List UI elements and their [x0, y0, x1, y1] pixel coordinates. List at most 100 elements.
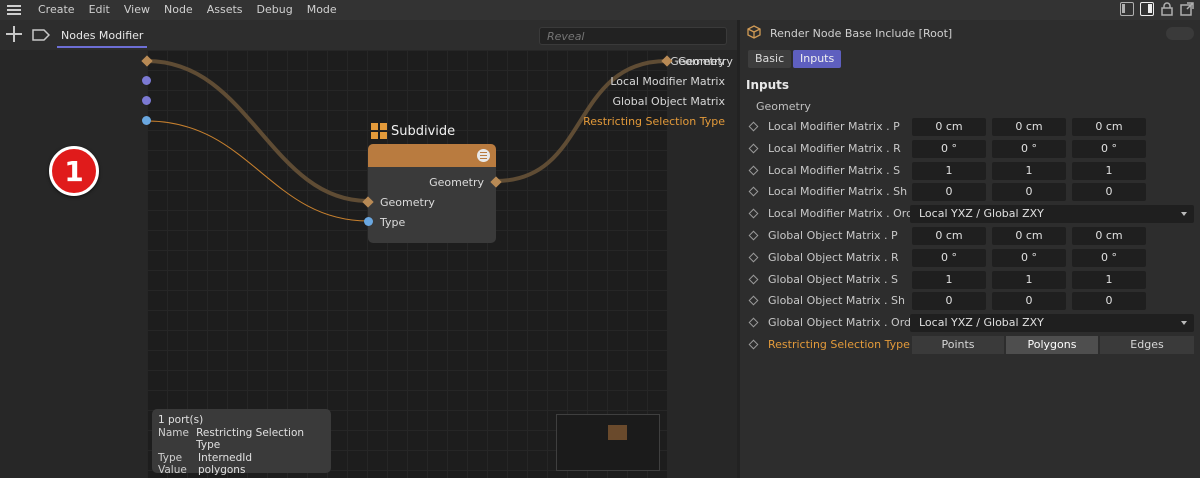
parameter-row: Global Object Matrix . P 0 cm 0 cm 0 cm: [740, 227, 1200, 245]
value-field[interactable]: 0 °: [1072, 139, 1146, 158]
attribute-toggle[interactable]: [1166, 27, 1194, 40]
parameter-row: Restricting Selection Type Points Polygons…: [740, 336, 1200, 354]
parameter-row: Local Modifier Matrix . R 0 ° 0 ° 0 °: [740, 139, 1200, 158]
new-window-icon[interactable]: [1180, 2, 1194, 16]
menu-create[interactable]: Create: [31, 0, 82, 20]
menu-edit[interactable]: Edit: [82, 0, 117, 20]
node-title[interactable]: Subdivide: [391, 124, 455, 139]
value-field[interactable]: 0 °: [992, 139, 1066, 158]
segment-polygons[interactable]: Polygons: [1006, 336, 1098, 354]
parameter-row: Local Modifier Matrix . P 0 cm 0 cm 0 cm: [740, 118, 1200, 136]
dropdown-value: Local YXZ / Global ZXY: [919, 207, 1044, 221]
value-field[interactable]: 1: [1072, 270, 1146, 289]
keyframe-diamond-icon[interactable]: [748, 165, 759, 176]
tooltip-key-name: Name: [158, 426, 189, 439]
value-field[interactable]: 0 °: [992, 248, 1066, 267]
attribute-title: Render Node Base Include [Root]: [770, 27, 953, 40]
keyframe-diamond-icon[interactable]: [748, 252, 759, 263]
keyframe-diamond-icon[interactable]: [748, 295, 759, 306]
parameter-label: Restricting Selection Type: [768, 338, 910, 351]
keyframe-diamond-icon[interactable]: [748, 274, 759, 285]
output-geometry-label: Geometry: [678, 55, 733, 68]
keyframe-diamond-icon[interactable]: [748, 143, 759, 154]
attribute-header: Render Node Base Include [Root]: [740, 20, 1200, 45]
value-field[interactable]: 0 cm: [1072, 227, 1146, 245]
value-field[interactable]: 0 cm: [1072, 118, 1146, 136]
value-field[interactable]: 0 cm: [992, 118, 1066, 136]
menu-node[interactable]: Node: [157, 0, 200, 20]
order-dropdown[interactable]: Local YXZ / Global ZXY: [910, 205, 1194, 224]
value-field[interactable]: 0: [1072, 292, 1146, 311]
attribute-manager: Render Node Base Include [Root] Basic In…: [740, 20, 1200, 478]
node-menu-icon[interactable]: [477, 149, 490, 162]
tab-inputs[interactable]: Inputs: [793, 50, 842, 68]
value-field[interactable]: 1: [912, 161, 986, 180]
keyframe-diamond-icon[interactable]: [748, 339, 759, 350]
value-field[interactable]: 1: [912, 270, 986, 289]
value-field[interactable]: 0 cm: [912, 227, 986, 245]
hamburger-menu-icon[interactable]: [7, 5, 21, 15]
segment-points[interactable]: Points: [912, 336, 1004, 354]
section-heading: Inputs: [746, 78, 790, 92]
value-field[interactable]: 0: [912, 292, 986, 311]
value-field[interactable]: 1: [1072, 161, 1146, 180]
left-panel-icon[interactable]: [1120, 2, 1134, 16]
menu-view[interactable]: View: [117, 0, 157, 20]
tooltip-key-value: Value: [158, 464, 187, 476]
chevron-down-icon: [1181, 212, 1187, 217]
menu-mode[interactable]: Mode: [300, 0, 344, 20]
parameter-row: Global Object Matrix . Sh 0 0 0: [740, 292, 1200, 311]
parameter-label: Global Object Matrix . Order: [768, 316, 923, 330]
order-dropdown[interactable]: Local YXZ / Global ZXY: [910, 314, 1194, 333]
value-field[interactable]: 0: [1072, 183, 1146, 202]
node-canvas[interactable]: Geometry Local Modifier Matrix Global Ob…: [0, 50, 737, 478]
parameter-label: Global Object Matrix . R: [768, 250, 899, 264]
port-local-modifier-matrix-dot[interactable]: [142, 76, 151, 85]
value-field[interactable]: 1: [992, 270, 1066, 289]
reveal-search-input[interactable]: [539, 27, 727, 45]
keyframe-diamond-icon[interactable]: [748, 121, 759, 132]
wire-geometry-in: [146, 59, 369, 203]
keyframe-diamond-icon[interactable]: [748, 317, 759, 328]
lock-icon[interactable]: [1160, 2, 1174, 16]
subdivide-node[interactable]: Geometry Geometry Type: [362, 144, 502, 243]
port-label-restricting-selection-type[interactable]: Restricting Selection Type: [583, 115, 725, 128]
wire-selection-type: [146, 120, 369, 222]
value-field[interactable]: 0: [992, 292, 1066, 311]
node-header[interactable]: [368, 144, 496, 167]
node-input-type-port[interactable]: [364, 217, 373, 226]
port-global-object-matrix-dot[interactable]: [142, 96, 151, 105]
value-field[interactable]: 0 cm: [912, 118, 986, 136]
parameter-row: Local Modifier Matrix . S111: [740, 161, 1200, 180]
keyframe-diamond-icon[interactable]: [748, 230, 759, 241]
menu-bar: Create Edit View Node Assets Debug Mode: [0, 0, 1200, 20]
minimap-node: [608, 425, 627, 440]
tooltip-header: 1 port(s): [158, 414, 204, 426]
right-panel-icon[interactable]: [1140, 2, 1154, 16]
subsection-geometry: Geometry: [756, 100, 811, 113]
menu-assets[interactable]: Assets: [200, 0, 250, 20]
value-field[interactable]: 1: [992, 161, 1066, 180]
tooltip-value-value: polygons: [198, 464, 246, 476]
value-field[interactable]: 0: [992, 183, 1066, 202]
render-node-icon: [747, 25, 761, 39]
minimap[interactable]: [556, 414, 660, 471]
segment-edges[interactable]: Edges: [1100, 336, 1194, 354]
keyframe-diamond-icon[interactable]: [748, 186, 759, 197]
value-field[interactable]: 0 °: [1072, 248, 1146, 267]
parameter-label: Local Modifier Matrix . Order: [768, 207, 925, 221]
value-field[interactable]: 0 cm: [992, 227, 1066, 245]
keyframe-diamond-icon[interactable]: [748, 208, 759, 219]
value-field[interactable]: 0 °: [912, 139, 986, 158]
add-icon[interactable]: [6, 26, 22, 42]
value-field[interactable]: 0: [912, 183, 986, 202]
tab-nodes-modifier[interactable]: Nodes Modifier: [57, 29, 148, 48]
value-field[interactable]: 0 °: [912, 248, 986, 267]
tag-icon[interactable]: [32, 29, 51, 44]
node-editor-toolbar: Nodes Modifier: [0, 20, 737, 50]
tab-basic[interactable]: Basic: [748, 50, 792, 68]
subdivide-node-icon: [371, 123, 387, 139]
port-restricting-selection-type-dot[interactable]: [142, 116, 151, 125]
menu-debug[interactable]: Debug: [250, 0, 300, 20]
parameter-label: Global Object Matrix . Sh: [768, 294, 905, 308]
